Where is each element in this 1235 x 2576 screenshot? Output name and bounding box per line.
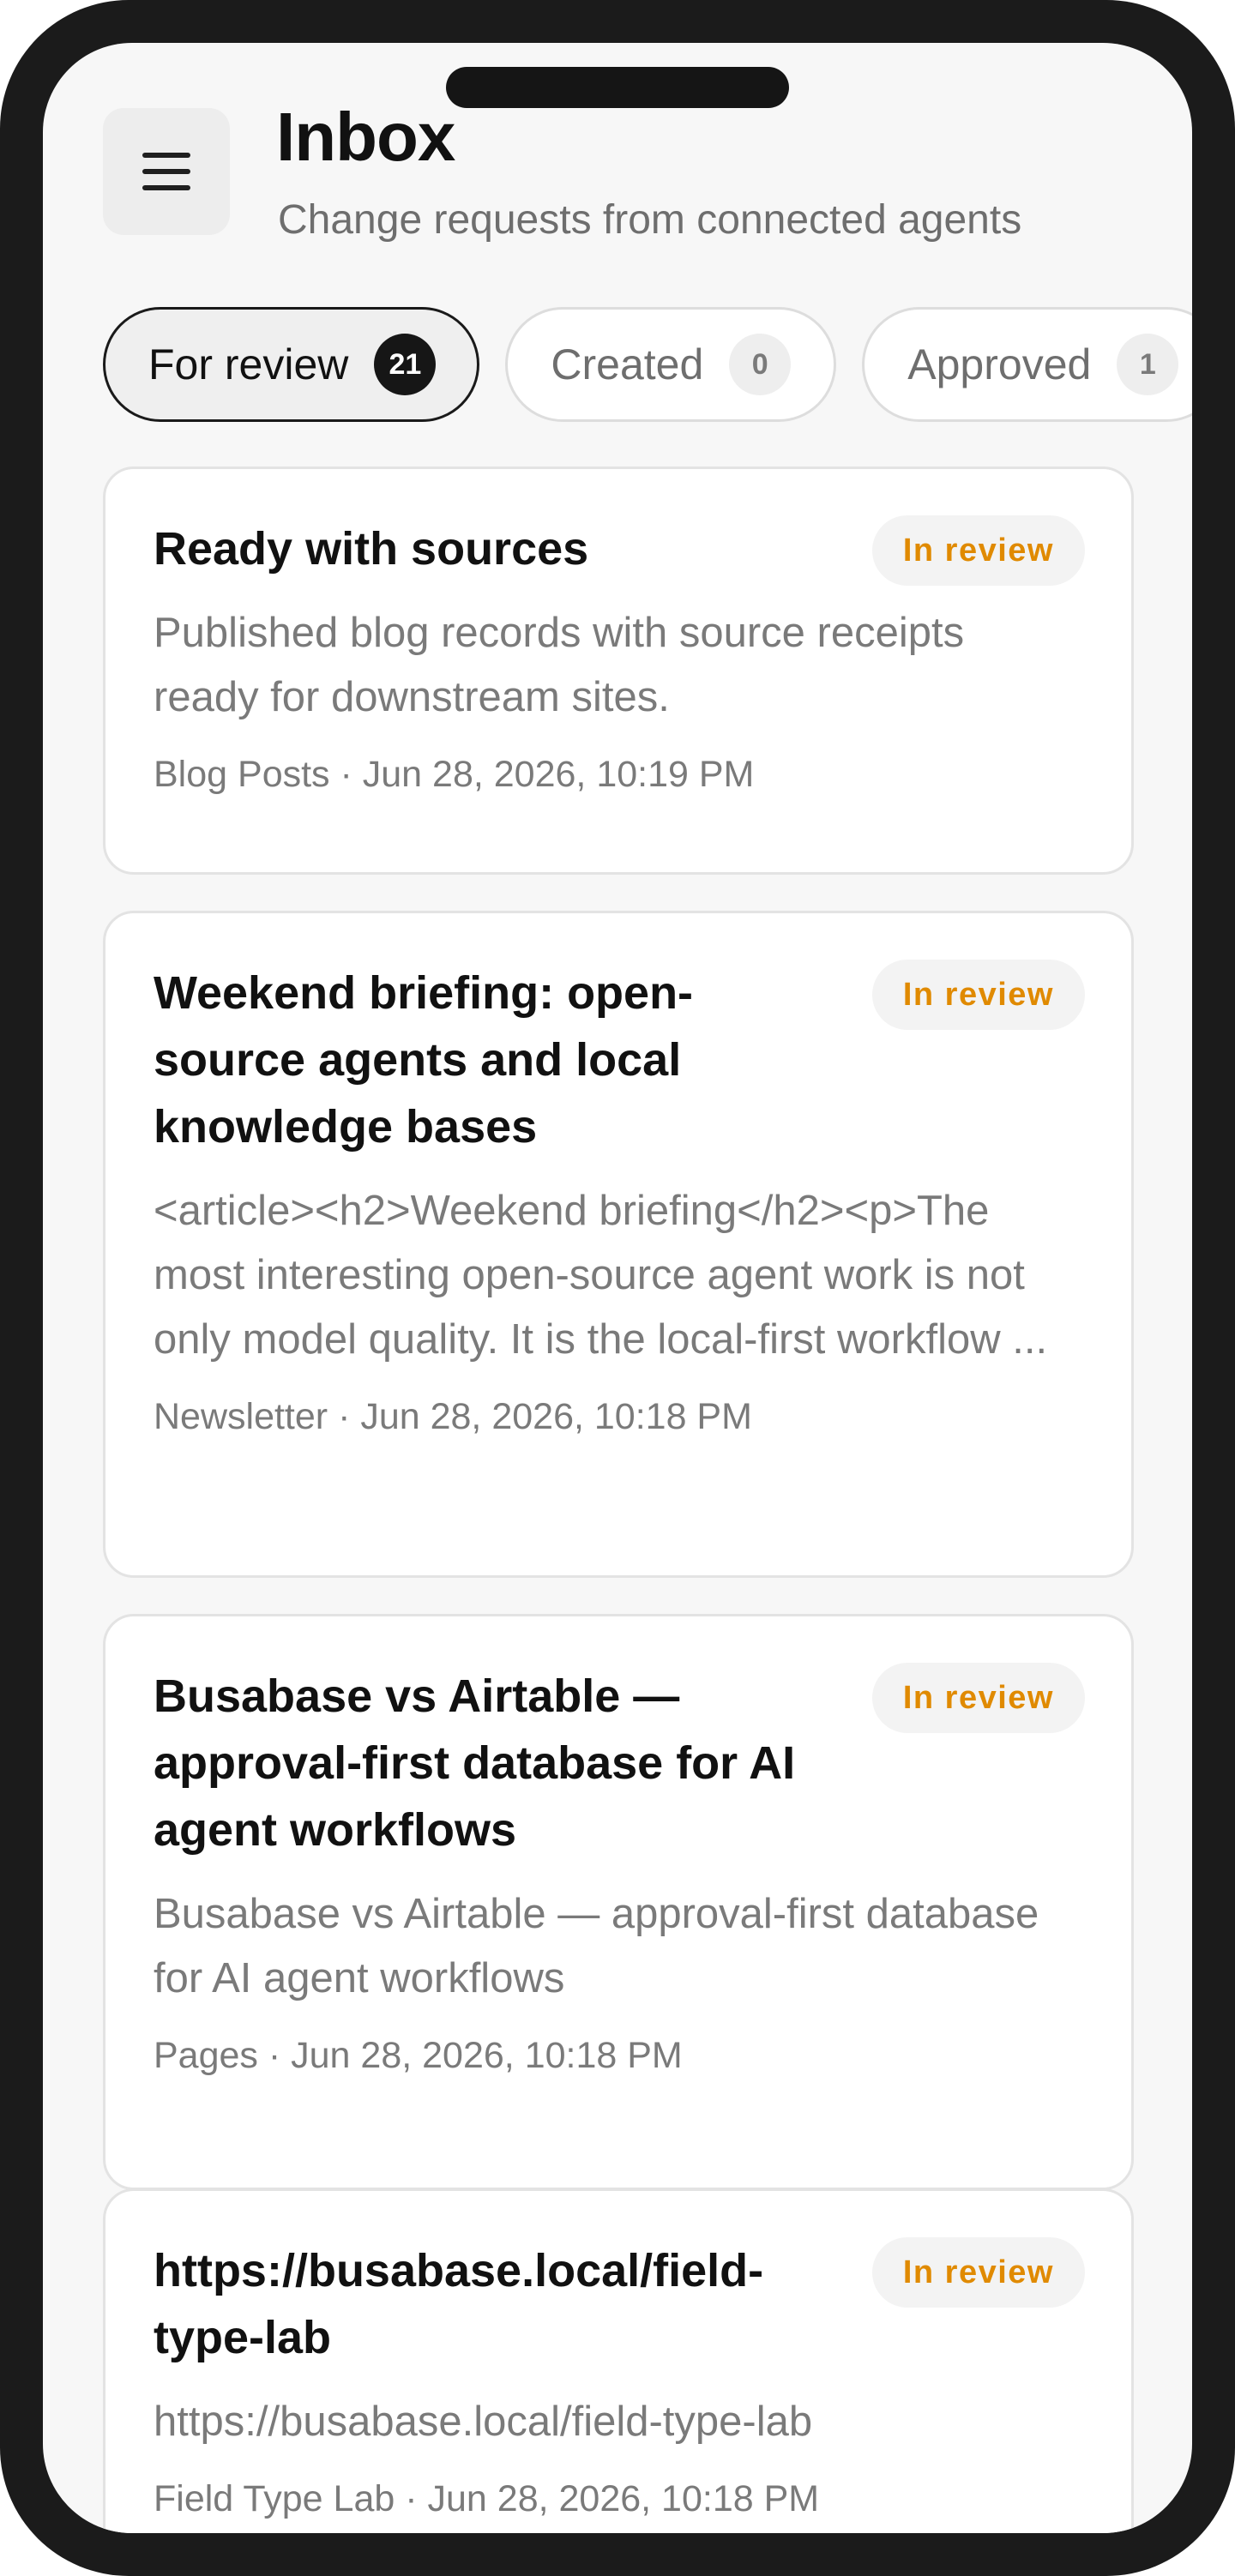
card-meta: Newsletter · Jun 28, 2026, 10:18 PM <box>154 1396 752 1437</box>
tab-label: Approved <box>907 340 1092 388</box>
card-description: Busabase vs Airtable — approval-first da… <box>154 1891 1039 2001</box>
change-request-card[interactable]: Busabase vs Airtable — approval-first da… <box>103 1614 1134 2190</box>
tab-approved[interactable]: Approved 1 <box>862 307 1192 422</box>
card-description: <article><h2>Weekend briefing</h2><p>The… <box>154 1188 1048 1363</box>
change-request-card[interactable]: https://busabase.local/field-type-lab In… <box>103 2188 1134 2533</box>
card-description: Published blog records with source recei… <box>154 610 965 720</box>
dynamic-island <box>446 67 789 108</box>
card-title: https://busabase.local/field-type-lab <box>154 2245 764 2363</box>
card-title: Ready with sources <box>154 523 589 575</box>
page-subtitle: Change requests from connected agents <box>278 197 1022 243</box>
app-screen: Inbox Change requests from connected age… <box>43 43 1192 2533</box>
tab-created[interactable]: Created 0 <box>505 307 837 422</box>
filter-tabs: For review 21 Created 0 Approved 1 <box>103 307 1192 427</box>
change-request-card[interactable]: Ready with sources In review Published b… <box>103 466 1134 875</box>
card-title: Busabase vs Airtable — approval-first da… <box>154 1670 796 1856</box>
tab-count-badge: 21 <box>374 334 437 395</box>
page-title: Inbox <box>276 99 455 175</box>
tab-count-badge: 1 <box>1117 334 1179 395</box>
phone-frame: Inbox Change requests from connected age… <box>0 0 1235 2576</box>
status-badge: In review <box>871 2237 1085 2308</box>
status-badge: In review <box>871 960 1085 1030</box>
tab-label: For review <box>148 340 349 388</box>
card-description: https://busabase.local/field-type-lab <box>154 2398 813 2445</box>
card-meta: Blog Posts · Jun 28, 2026, 10:19 PM <box>154 754 755 795</box>
card-title: Weekend briefing: open-source agents and… <box>154 967 694 1153</box>
tab-label: Created <box>551 340 704 388</box>
status-badge: In review <box>871 1663 1085 1733</box>
card-meta: Pages · Jun 28, 2026, 10:18 PM <box>154 2035 683 2076</box>
status-badge: In review <box>871 515 1085 586</box>
tab-count-badge: 0 <box>729 334 792 395</box>
card-meta: Field Type Lab · Jun 28, 2026, 10:18 PM <box>154 2478 820 2519</box>
change-request-card[interactable]: Weekend briefing: open-source agents and… <box>103 911 1134 1578</box>
tab-for-review[interactable]: For review 21 <box>103 307 480 422</box>
hamburger-menu-icon <box>142 153 190 190</box>
menu-button[interactable] <box>103 108 230 235</box>
